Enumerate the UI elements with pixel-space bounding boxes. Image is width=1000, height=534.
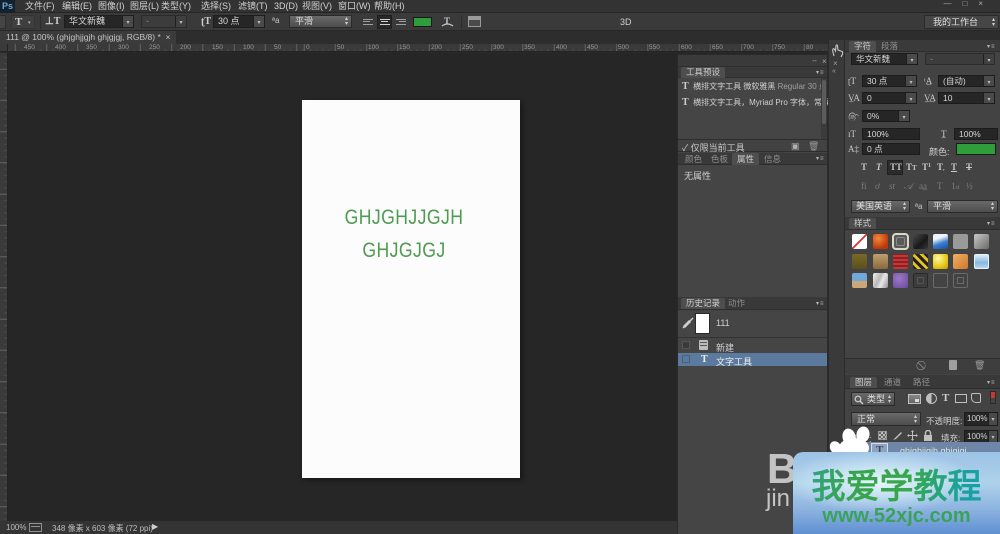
svg-text:T: T <box>444 16 450 26</box>
